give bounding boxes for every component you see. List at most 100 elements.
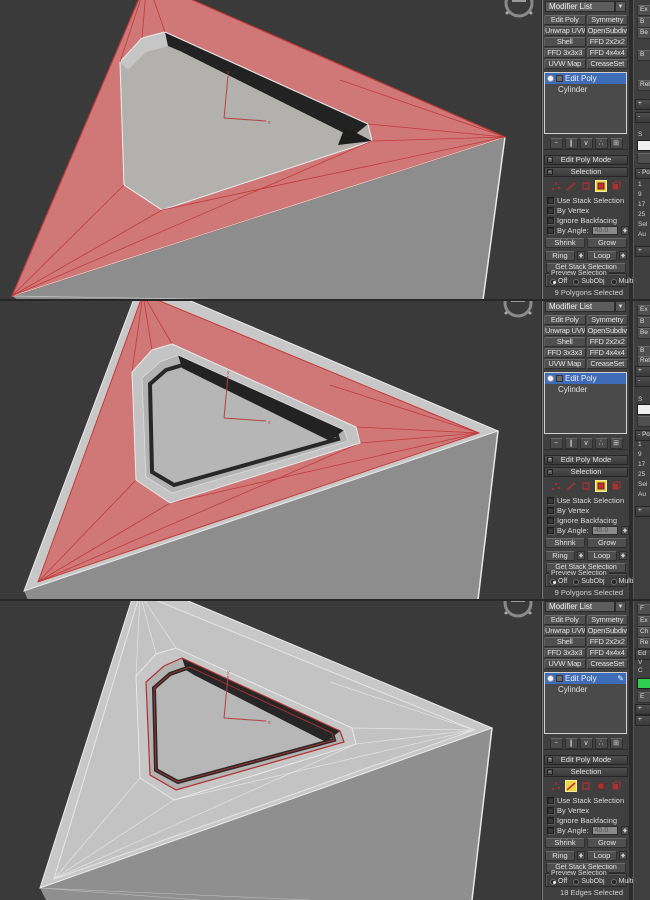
- expand-icon[interactable]: +: [547, 757, 553, 763]
- by-angle-spinner[interactable]: [620, 226, 629, 235]
- preview-multi-option[interactable]: Multi: [610, 878, 633, 885]
- modifier-button-creaseset[interactable]: CreaseSet: [586, 359, 628, 369]
- pin-stack-icon[interactable]: −: [549, 138, 563, 149]
- grow-button[interactable]: Grow: [587, 238, 627, 248]
- remove-modifier-icon[interactable]: ∴: [594, 138, 608, 149]
- chevron-down-icon[interactable]: ▼: [615, 1, 626, 12]
- loop-spinner[interactable]: [619, 551, 627, 560]
- radio-icon[interactable]: [573, 578, 580, 585]
- strip-fragment-button[interactable]: [637, 416, 650, 427]
- by-angle-field[interactable]: 45.0: [591, 826, 618, 835]
- remove-modifier-icon[interactable]: ∴: [594, 438, 608, 449]
- modifier-button-opensubdiv[interactable]: OpenSubdiv: [586, 26, 628, 36]
- grow-button[interactable]: Grow: [587, 838, 627, 848]
- subobject-element-icon[interactable]: [610, 480, 622, 492]
- modifier-button-symmetry[interactable]: Symmetry: [586, 15, 628, 25]
- modifier-button-uvw-map[interactable]: UVW Map: [544, 659, 586, 669]
- by-angle-checkbox[interactable]: [547, 527, 554, 534]
- stack-item-edit-poly[interactable]: Edit Poly ✎: [545, 673, 626, 684]
- rollout-selection[interactable]: - Selection: [544, 467, 628, 477]
- strip-fragment-button[interactable]: Ex: [637, 5, 650, 16]
- preview-off-option[interactable]: Off: [550, 578, 567, 585]
- modifier-button-symmetry[interactable]: Symmetry: [586, 615, 628, 625]
- by-vertex-checkbox[interactable]: [547, 507, 554, 514]
- modifier-button-edit-poly[interactable]: Edit Poly: [544, 315, 586, 325]
- by-angle-field[interactable]: 45.0: [591, 526, 618, 535]
- subobject-edge-icon[interactable]: [565, 780, 577, 792]
- show-end-result-icon[interactable]: ❙: [564, 138, 578, 149]
- shrink-button[interactable]: Shrink: [545, 238, 585, 248]
- modifier-button-ffd2x2x2[interactable]: FFD 2x2x2: [586, 37, 628, 47]
- by-vertex-checkbox[interactable]: [547, 807, 554, 814]
- configure-modifier-sets-icon[interactable]: ⊞: [609, 738, 623, 749]
- strip-fragment-button[interactable]: Ret: [637, 80, 650, 91]
- use-stack-selection-checkbox[interactable]: [547, 197, 554, 204]
- subobject-element-icon[interactable]: [610, 180, 622, 192]
- stack-item-cylinder[interactable]: Cylinder: [545, 84, 626, 95]
- by-angle-spinner[interactable]: [620, 826, 629, 835]
- subobject-element-icon[interactable]: [610, 780, 622, 792]
- ring-button[interactable]: Ring: [545, 251, 575, 261]
- modifier-button-uvw-map[interactable]: UVW Map: [544, 59, 586, 69]
- modifier-button-shell[interactable]: Shell: [544, 337, 586, 347]
- subobject-vertex-icon[interactable]: [550, 180, 562, 192]
- strip-fragment-button[interactable]: B: [637, 317, 650, 328]
- rollout-selection[interactable]: - Selection: [544, 167, 628, 177]
- subobject-vertex-icon[interactable]: [550, 780, 562, 792]
- strip-fragment-button[interactable]: Be: [637, 28, 650, 39]
- strip-fragment-button[interactable]: [637, 153, 650, 164]
- ring-button[interactable]: Ring: [545, 551, 575, 561]
- make-unique-icon[interactable]: ∨: [579, 138, 593, 149]
- modifier-button-ffd2x2x2[interactable]: FFD 2x2x2: [586, 637, 628, 647]
- stack-item-cylinder[interactable]: Cylinder: [545, 684, 626, 695]
- chevron-down-icon[interactable]: ▼: [615, 301, 626, 312]
- make-unique-icon[interactable]: ∨: [579, 438, 593, 449]
- radio-icon[interactable]: [610, 578, 617, 585]
- subobject-polygon-icon[interactable]: [595, 480, 607, 492]
- loop-spinner[interactable]: [619, 851, 627, 860]
- rollout-edit-poly-mode[interactable]: + Edit Poly Mode: [544, 755, 628, 765]
- shrink-button[interactable]: Shrink: [545, 538, 585, 548]
- subobject-polygon-icon[interactable]: [595, 780, 607, 792]
- by-angle-spinner[interactable]: [620, 526, 629, 535]
- radio-icon[interactable]: [573, 878, 580, 885]
- subobject-edge-icon[interactable]: [565, 180, 577, 192]
- collapse-icon[interactable]: -: [547, 169, 553, 175]
- modifier-button-ffd3x3x3[interactable]: FFD 3x3x3: [544, 48, 586, 58]
- modifier-button-creaseset[interactable]: CreaseSet: [586, 659, 628, 669]
- configure-modifier-sets-icon[interactable]: ⊞: [609, 438, 623, 449]
- expand-icon[interactable]: +: [547, 157, 553, 163]
- lightbulb-icon[interactable]: [547, 375, 554, 382]
- ring-spinner[interactable]: [577, 251, 585, 260]
- remove-modifier-icon[interactable]: ∴: [594, 738, 608, 749]
- modifier-button-edit-poly[interactable]: Edit Poly: [544, 15, 586, 25]
- modifier-button-unwrap-uvw[interactable]: Unwrap UVW: [544, 626, 586, 636]
- radio-icon[interactable]: [573, 278, 580, 285]
- ring-spinner[interactable]: [577, 551, 585, 560]
- rollout-edit-poly-mode[interactable]: + Edit Poly Mode: [544, 155, 628, 165]
- ring-spinner[interactable]: [577, 851, 585, 860]
- ignore-backfacing-checkbox[interactable]: [547, 217, 554, 224]
- grow-button[interactable]: Grow: [587, 538, 627, 548]
- stack-item-edit-poly[interactable]: Edit Poly ✎: [545, 73, 626, 84]
- loop-button[interactable]: Loop: [587, 251, 617, 261]
- preview-subobj-option[interactable]: SubObj: [573, 578, 605, 585]
- modifier-button-ffd3x3x3[interactable]: FFD 3x3x3: [544, 648, 586, 658]
- configure-modifier-sets-icon[interactable]: ⊞: [609, 138, 623, 149]
- stack-item-edit-poly[interactable]: Edit Poly ✎: [545, 373, 626, 384]
- collapse-icon[interactable]: -: [547, 469, 553, 475]
- radio-icon[interactable]: [550, 878, 556, 885]
- strip-fragment-button[interactable]: E: [637, 692, 650, 703]
- subobject-border-icon[interactable]: [580, 780, 592, 792]
- subobject-edge-icon[interactable]: [565, 480, 577, 492]
- by-angle-field[interactable]: 45.0: [591, 226, 618, 235]
- modifier-button-uvw-map[interactable]: UVW Map: [544, 359, 586, 369]
- lightbulb-icon[interactable]: [547, 675, 554, 682]
- radio-icon[interactable]: [610, 878, 617, 885]
- loop-button[interactable]: Loop: [587, 851, 617, 861]
- modifier-button-creaseset[interactable]: CreaseSet: [586, 59, 628, 69]
- strip-fragment-button[interactable]: B: [637, 17, 650, 28]
- loop-button[interactable]: Loop: [587, 551, 617, 561]
- use-stack-selection-checkbox[interactable]: [547, 797, 554, 804]
- preview-multi-option[interactable]: Multi: [610, 278, 633, 285]
